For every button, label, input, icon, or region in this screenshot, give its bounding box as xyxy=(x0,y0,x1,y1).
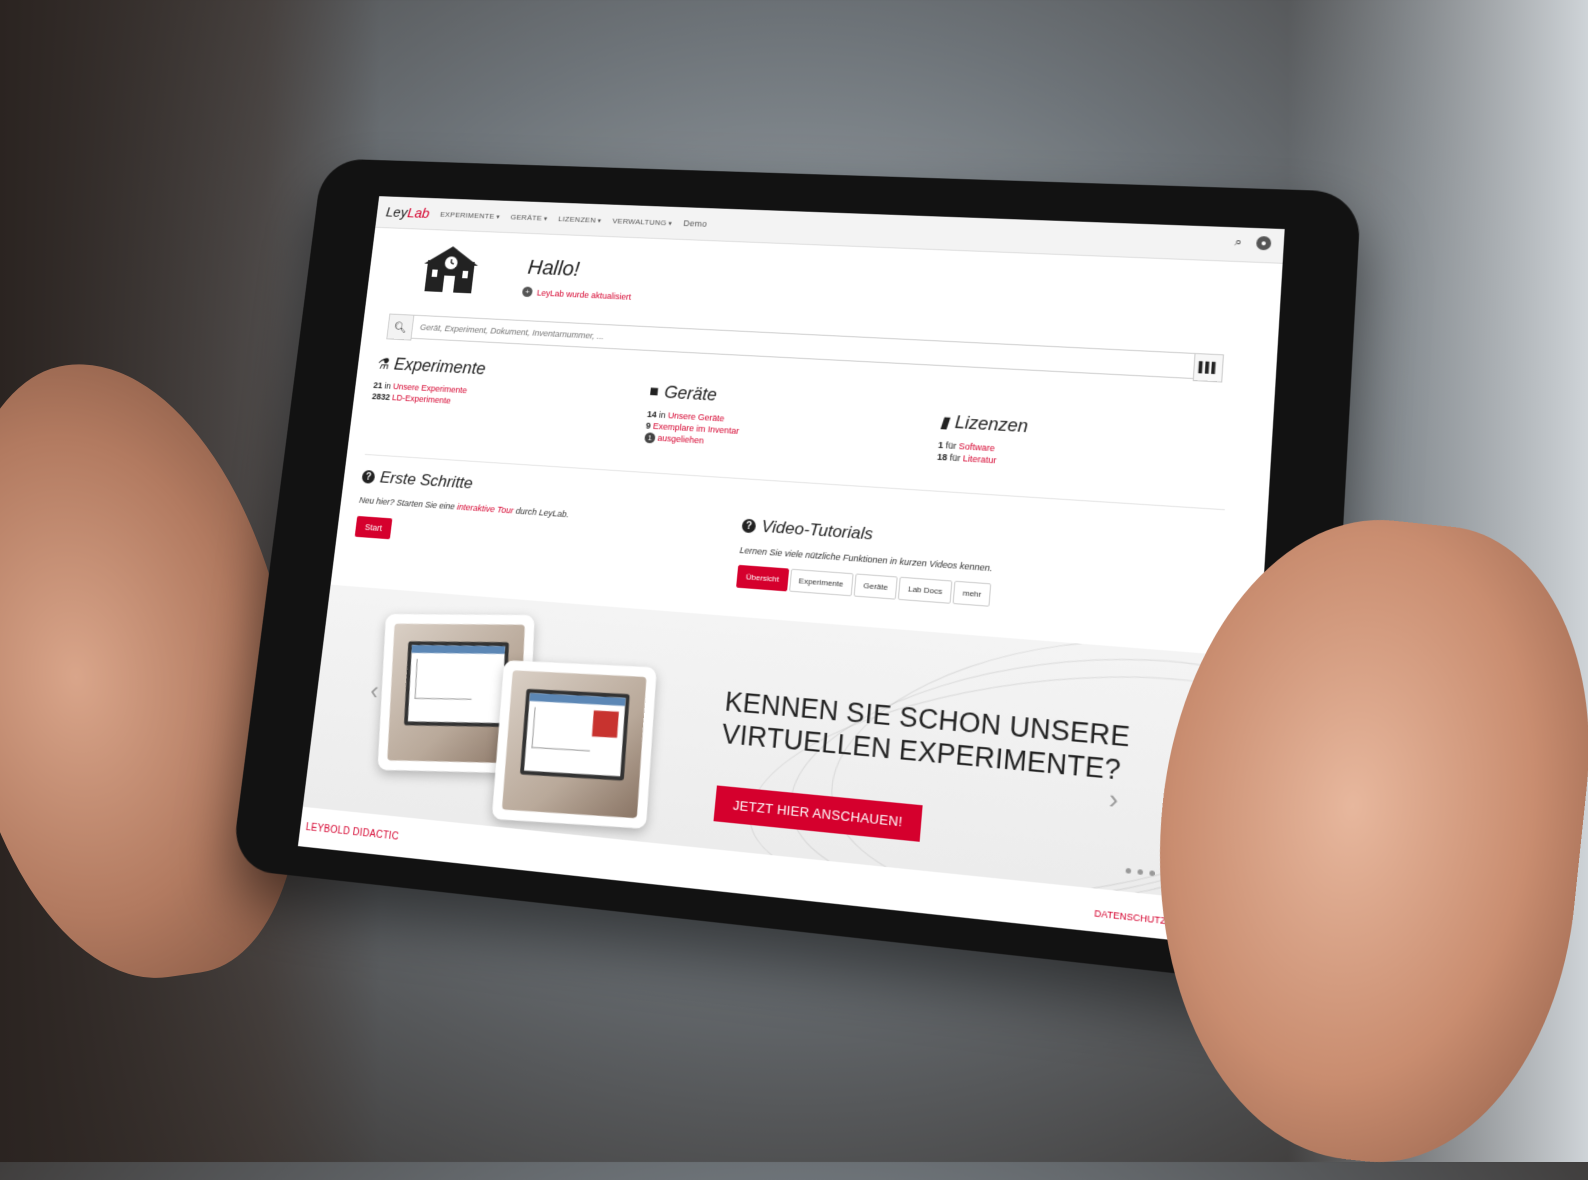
update-notice-text: LeyLab wurde aktualisiert xyxy=(536,288,631,302)
search-icon[interactable]: ⌕ xyxy=(1231,235,1247,249)
text-pre: Neu hier? Starten Sie eine xyxy=(359,495,456,511)
link-ld-experimente[interactable]: LD-Experimente xyxy=(392,393,452,406)
link-software[interactable]: Software xyxy=(958,441,995,453)
search-icon[interactable]: 🔍︎ xyxy=(386,314,414,341)
erste-schritte-section: ? Erste Schritte Neu hier? Starten Sie e… xyxy=(355,467,659,558)
tutorial-lab-docs-button[interactable]: Lab Docs xyxy=(898,577,952,604)
link-literatur[interactable]: Literatur xyxy=(963,453,997,465)
tutorial-uebersicht-button[interactable]: Übersicht xyxy=(736,565,789,592)
brand-logo[interactable]: LeyLab xyxy=(385,204,430,221)
barcode-scan-button[interactable]: ▌▌▌ xyxy=(1193,353,1224,383)
preview-chart xyxy=(415,659,474,700)
nav-demo[interactable]: Demo xyxy=(683,218,708,228)
link-unsere-geraete[interactable]: Unsere Geräte xyxy=(668,410,725,423)
nav-lizenzen-label: LIZENZEN xyxy=(558,214,597,224)
question-circle-icon: ? xyxy=(361,470,375,484)
geraete-section: ■ Geräte 14 in Unsere Geräte 9 Exemplare… xyxy=(644,382,902,461)
count-badge: 1 xyxy=(644,432,656,443)
carousel-dot[interactable] xyxy=(1126,868,1132,874)
caret-down-icon: ▾ xyxy=(668,220,672,227)
video-tutorials-title: Video-Tutorials xyxy=(761,517,874,545)
tablet-screen: LeyLab EXPERIMENTE▾ GERÄTE▾ LIZENZEN▾ VE… xyxy=(298,196,1285,947)
preview-bar xyxy=(529,693,625,706)
nav-lizenzen[interactable]: LIZENZEN▾ xyxy=(558,214,602,224)
user-icon[interactable]: ● xyxy=(1256,236,1272,250)
nav-experimente[interactable]: EXPERIMENTE▾ xyxy=(440,210,501,220)
nav-geraete[interactable]: GERÄTE▾ xyxy=(510,212,548,222)
barcode-icon: ▌▌▌ xyxy=(1198,362,1218,374)
line-prefix: für xyxy=(945,440,956,451)
lizenzen-title: Lizenzen xyxy=(954,412,1029,437)
count: 14 xyxy=(647,409,657,419)
nav-verwaltung-label: VERWALTUNG xyxy=(612,216,667,226)
preview-chart xyxy=(532,707,593,751)
flask-icon: ⚗ xyxy=(375,354,390,373)
caret-down-icon: ▾ xyxy=(496,214,500,221)
preview-screen xyxy=(404,641,509,727)
lizenzen-section: ▮ Lizenzen 1 für Software 18 für Literat… xyxy=(937,411,1209,480)
nav-verwaltung[interactable]: VERWALTUNG▾ xyxy=(612,216,673,227)
link-interaktive-tour[interactable]: interaktive Tour xyxy=(457,502,514,515)
video-tutorials-section: ? Video-Tutorials Lernen Sie viele nützl… xyxy=(736,516,1169,620)
start-button[interactable]: Start xyxy=(355,516,393,539)
count: 18 xyxy=(937,452,948,463)
line-prefix: in xyxy=(384,381,391,391)
preview-video xyxy=(592,710,619,737)
tutorial-mehr-button[interactable]: mehr xyxy=(953,581,992,607)
nav-geraete-label: GERÄTE xyxy=(510,212,542,221)
file-icon: ▮ xyxy=(939,412,949,432)
preview-bar xyxy=(411,645,505,654)
greeting-heading: Hallo! xyxy=(527,255,581,281)
school-icon xyxy=(421,243,481,295)
carousel-dot[interactable] xyxy=(1149,870,1155,876)
caret-down-icon: ▾ xyxy=(597,218,601,225)
nav-right-tools: ⌕ ● xyxy=(1231,235,1272,250)
text-post: durch LeyLab. xyxy=(515,506,569,519)
geraete-title: Geräte xyxy=(663,382,717,405)
top-navbar: LeyLab EXPERIMENTE▾ GERÄTE▾ LIZENZEN▾ VE… xyxy=(375,196,1284,264)
footer-brand: LEYBOLD DIDACTIC xyxy=(305,822,399,843)
update-notice[interactable]: + LeyLab wurde aktualisiert xyxy=(522,286,632,301)
line-prefix: in xyxy=(659,410,667,420)
experimente-heading: ⚗ Experimente xyxy=(375,354,614,387)
link-ausgeliehen[interactable]: ausgeliehen xyxy=(657,433,704,445)
plus-circle-icon: + xyxy=(522,286,533,297)
cube-icon: ■ xyxy=(649,383,660,401)
count: 21 xyxy=(373,380,383,390)
brand-part-1: Ley xyxy=(385,204,408,220)
carousel-dot[interactable] xyxy=(1137,869,1143,875)
erste-schritte-title: Erste Schritte xyxy=(379,468,474,493)
chevron-left-icon[interactable]: ‹ xyxy=(369,675,381,706)
tablet-preview-image xyxy=(492,660,657,829)
promo-carousel: ‹ › KENNEN SIE SCHON UNSERE VIRTUELLEN E… xyxy=(303,585,1259,904)
line-prefix: für xyxy=(949,453,960,464)
count: 2832 xyxy=(372,392,391,402)
question-circle-icon: ? xyxy=(741,519,756,534)
count: 1 xyxy=(938,440,944,450)
count: 9 xyxy=(645,421,651,431)
preview-screen xyxy=(520,689,630,781)
caret-down-icon: ▾ xyxy=(543,216,547,223)
nav-experimente-label: EXPERIMENTE xyxy=(440,210,495,220)
preview-photo xyxy=(502,670,647,818)
nav-demo-label: Demo xyxy=(683,218,708,228)
experimente-section: ⚗ Experimente 21 in Unsere Experimente 2… xyxy=(371,354,614,417)
tutorial-experimente-button[interactable]: Experimente xyxy=(789,569,854,597)
brand-part-2: Lab xyxy=(406,205,430,221)
experimente-title: Experimente xyxy=(393,355,486,379)
tutorial-geraete-button[interactable]: Geräte xyxy=(853,573,898,599)
